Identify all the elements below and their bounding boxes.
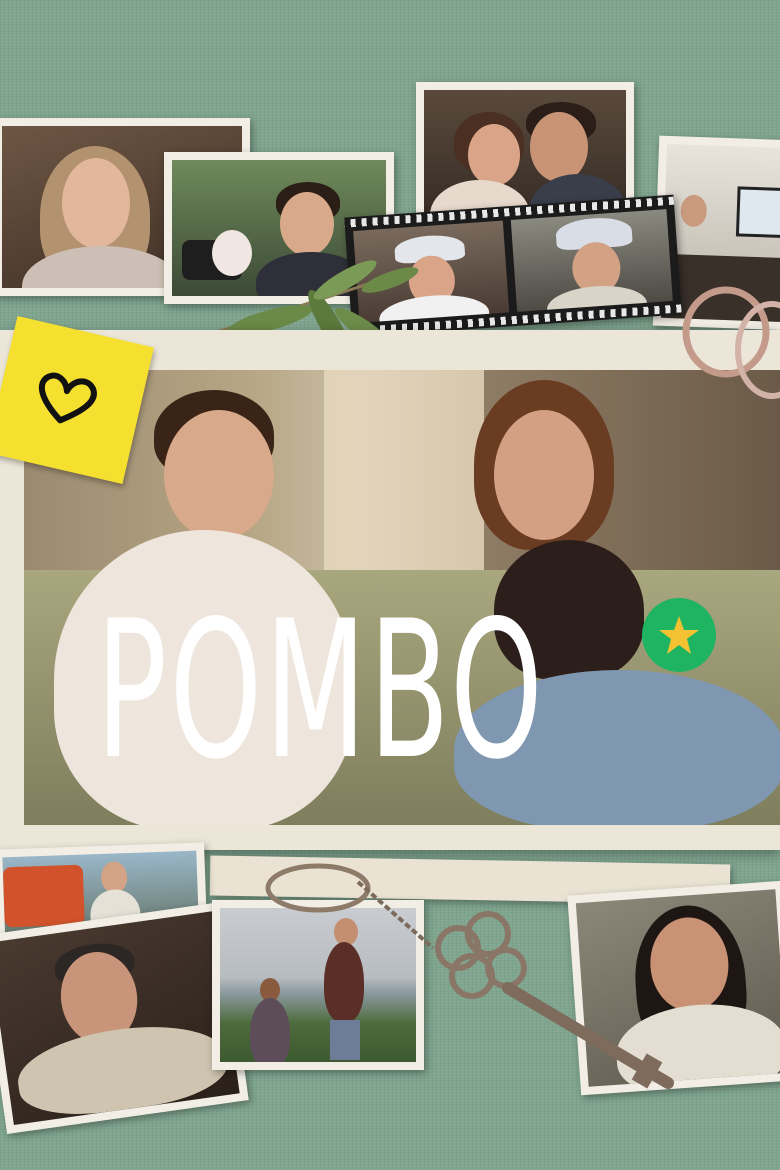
vintage-key-icon bbox=[265, 863, 674, 1089]
poster-title: POMBO bbox=[96, 580, 546, 801]
wedding-rings-icon bbox=[682, 286, 780, 399]
star-icon bbox=[659, 616, 699, 654]
star-badge bbox=[642, 598, 716, 672]
heart-icon bbox=[38, 372, 97, 424]
